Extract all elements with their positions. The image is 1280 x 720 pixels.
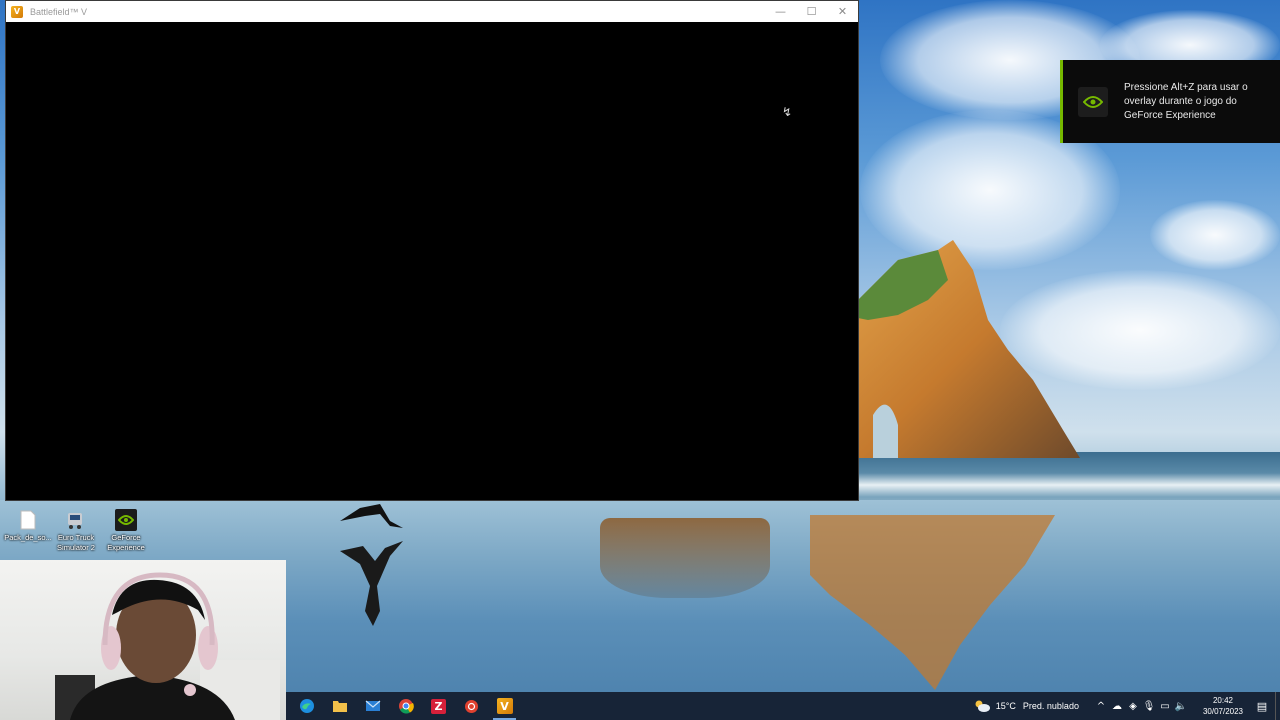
taskbar-app-chrome[interactable]: [389, 692, 422, 720]
tray-icons: ^ ☁ ◈ 🎙 ▭ 🔈: [1093, 701, 1189, 712]
taskbar-app-edge[interactable]: [290, 692, 323, 720]
webcam-overlay: [0, 560, 286, 720]
window-title: Battlefield™ V: [30, 6, 88, 17]
close-button[interactable]: ✕: [827, 1, 858, 22]
maximize-icon: ☐: [806, 5, 817, 18]
z-glyph: Z: [434, 699, 443, 713]
edge-icon: [299, 699, 314, 713]
network-icon[interactable]: ▭: [1157, 701, 1173, 712]
taskbar-app-file-explorer[interactable]: [323, 692, 356, 720]
clock[interactable]: 20:42 30/07/2023: [1203, 695, 1243, 717]
notification-text: Pressione Alt+Z para usar o overlay dura…: [1124, 81, 1248, 121]
desktop-icon-geforce[interactable]: GeForce Experience: [98, 509, 154, 553]
game-window[interactable]: V Battlefield™ V — ☐ ✕ ↯: [5, 0, 859, 501]
cloud: [1150, 200, 1280, 270]
taskbar-apps: Z V: [290, 692, 521, 720]
mail-icon: [365, 700, 380, 711]
taskbar-app-red[interactable]: [455, 692, 488, 720]
nvidia-icon: [115, 509, 137, 531]
maximize-button[interactable]: ☐: [796, 1, 827, 22]
rock-reflection: [600, 518, 770, 598]
volume-icon[interactable]: 🔈: [1173, 701, 1189, 712]
z-icon: Z: [431, 698, 446, 714]
webcam-person: [55, 572, 280, 720]
desktop-icon-label: Pack_de_so...: [4, 533, 52, 542]
red-circle-icon: [465, 699, 478, 713]
weather-desc: Pred. nublado: [1022, 701, 1079, 711]
taskbar-app-battlefield[interactable]: V: [488, 692, 521, 720]
truck-icon: [65, 509, 87, 531]
window-controls: — ☐ ✕: [765, 1, 858, 22]
window-titlebar[interactable]: V Battlefield™ V — ☐ ✕: [6, 1, 858, 22]
weather-widget[interactable]: 15°C Pred. nublado: [973, 699, 1079, 713]
game-viewport[interactable]: ↯: [6, 22, 858, 500]
battlefield-icon: V: [11, 5, 23, 18]
onedrive-icon[interactable]: ☁: [1109, 701, 1125, 712]
battlefield-icon: V: [496, 698, 513, 714]
desktop-icon-label: Euro Truck Simulator 2: [57, 533, 95, 552]
rock-water-reflection: [810, 515, 1055, 690]
nvidia-icon: [1078, 86, 1108, 117]
microphone-icon[interactable]: 🎙: [1141, 701, 1157, 712]
running-person: [340, 504, 403, 528]
minimize-button[interactable]: —: [765, 1, 796, 22]
notifications-icon[interactable]: ▤: [1251, 700, 1273, 713]
chrome-icon: [398, 699, 414, 714]
show-desktop-button[interactable]: [1275, 692, 1280, 720]
clock-time: 20:42: [1212, 696, 1233, 705]
busy-cursor-icon: ↯: [782, 105, 793, 119]
chevron-up-icon[interactable]: ^: [1093, 701, 1109, 712]
taskbar: Z V 15°C Pred. nublado ^ ☁ ◈ 🎙 ▭ 🔈 20:42: [286, 692, 1280, 720]
close-icon: ✕: [837, 5, 848, 18]
desktop-icon-euro-truck[interactable]: Euro Truck Simulator 2: [48, 509, 104, 553]
sea-stack-rock: [858, 240, 1080, 458]
gpu-icon[interactable]: ◈: [1125, 701, 1141, 712]
taskbar-app-z[interactable]: Z: [422, 692, 455, 720]
weather-temp: 15°C: [995, 701, 1016, 711]
taskbar-app-mail[interactable]: [356, 692, 389, 720]
folder-icon: [332, 701, 347, 712]
geforce-notification[interactable]: Pressione Alt+Z para usar o overlay dura…: [1060, 60, 1280, 143]
clock-date: 30/07/2023: [1202, 707, 1243, 716]
file-icon: [17, 509, 39, 531]
minimize-icon: —: [775, 5, 786, 18]
system-tray: 15°C Pred. nublado ^ ☁ ◈ 🎙 ▭ 🔈 20:42 30/…: [973, 692, 1280, 720]
running-person-reflection: [340, 541, 403, 626]
cloud-sun-icon: [975, 700, 990, 712]
battlefield-glyph: V: [500, 699, 509, 713]
desktop-icon-label: GeForce Experience: [107, 533, 145, 552]
